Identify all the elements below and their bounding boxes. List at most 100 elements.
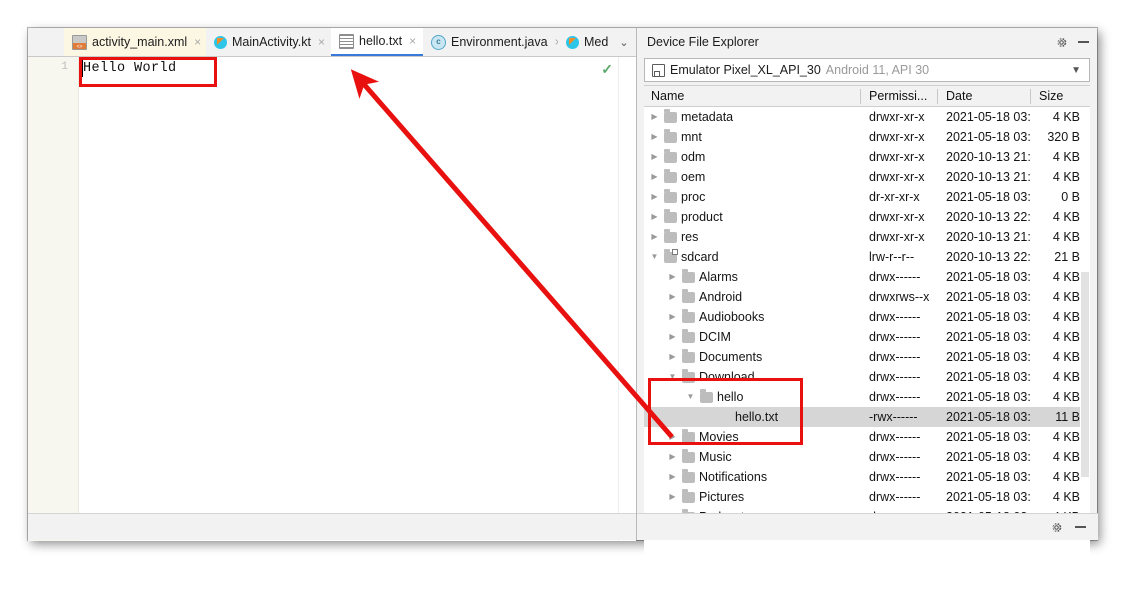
- editor-tab-mainactivity-kt[interactable]: MainActivity.kt ×: [206, 28, 331, 56]
- editor-pane: activity_main.xml×MainActivity.kt×hello.…: [28, 28, 636, 541]
- gear-icon[interactable]: [1055, 36, 1068, 49]
- file-tree-row[interactable]: ▶ res drwxr-xr-x 2020-10-13 21:5 4 KB: [644, 227, 1090, 247]
- editor-tab-activity-main-xml[interactable]: activity_main.xml ×: [64, 28, 206, 56]
- column-divider[interactable]: [1030, 89, 1031, 104]
- file-size: 4 KB: [1052, 290, 1080, 304]
- file-name: res: [681, 230, 699, 244]
- chevron-right-icon[interactable]: ▶: [668, 267, 677, 287]
- file-size: 21 B: [1054, 250, 1080, 264]
- file-name: sdcard: [681, 250, 719, 264]
- chevron-right-icon[interactable]: ▶: [668, 427, 677, 447]
- file-tree-row[interactable]: ▼ Download drwx------ 2021-05-18 03:3 4 KB: [644, 367, 1090, 387]
- chevron-down-icon[interactable]: ▼: [686, 387, 695, 407]
- column-header-permissi[interactable]: Permissi...: [862, 86, 927, 107]
- chevron-right-icon[interactable]: ▶: [668, 347, 677, 367]
- file-tree-row[interactable]: ▼ hello drwx------ 2021-05-18 03:5 4 KB: [644, 387, 1090, 407]
- file-tree-row[interactable]: ▶ Audiobooks drwx------ 2021-05-18 03:3 4 KB: [644, 307, 1090, 327]
- minimize-icon[interactable]: [1075, 526, 1086, 528]
- file-date: 2021-05-18 03:5: [946, 390, 1031, 404]
- editor-vertical-scrollbar[interactable]: [618, 57, 636, 541]
- file-name: Download: [699, 370, 755, 384]
- chevron-down-icon[interactable]: ▼: [668, 367, 677, 387]
- file-date: 2020-10-13 22:3: [946, 210, 1031, 224]
- chevron-down-icon[interactable]: ⌄: [619, 36, 628, 49]
- chevron-right-icon[interactable]: ▶: [650, 147, 659, 167]
- file-tree-rows: ▶ metadata drwxr-xr-x 2021-05-18 03:3 4 KB ▶ m…: [644, 107, 1090, 527]
- folder-icon: [682, 269, 695, 283]
- device-selector-dropdown[interactable]: Emulator Pixel_XL_API_30 Android 11, API…: [644, 58, 1090, 82]
- device-file-explorer-panel: Device File Explorer Emulator Pixel_XL_A…: [636, 28, 1098, 559]
- folder-icon: [682, 289, 695, 303]
- code-area[interactable]: Hello World ✓: [79, 57, 618, 541]
- close-icon[interactable]: ×: [194, 36, 201, 48]
- file-name: product: [681, 210, 723, 224]
- file-tree-row[interactable]: hello.txt -rwx------ 2021-05-18 03:5 11 B: [644, 407, 1090, 427]
- chevron-right-icon[interactable]: ▶: [668, 327, 677, 347]
- file-tree-row[interactable]: ▶ Documents drwx------ 2021-05-18 03:3 4 KB: [644, 347, 1090, 367]
- file-date: 2021-05-18 03:3: [946, 370, 1031, 384]
- editor-body[interactable]: 1 Hello World ✓: [28, 57, 636, 541]
- chevron-right-icon[interactable]: ▶: [650, 107, 659, 127]
- file-tree-row[interactable]: ▶ Android drwxrws--x 2021-05-18 03:3 4 KB: [644, 287, 1090, 307]
- column-divider[interactable]: [860, 89, 861, 104]
- chevron-down-icon[interactable]: ▼: [650, 247, 659, 267]
- file-size: 4 KB: [1052, 330, 1080, 344]
- green-checkmark-icon: ✓: [601, 61, 613, 77]
- file-size: 11 B: [1055, 410, 1080, 424]
- chevron-right-icon[interactable]: ▶: [668, 467, 677, 487]
- file-size: 4 KB: [1052, 350, 1080, 364]
- minimize-icon[interactable]: [1078, 41, 1089, 43]
- close-icon[interactable]: ×: [409, 35, 416, 47]
- file-tree-row[interactable]: ▶ oem drwxr-xr-x 2020-10-13 21:5 4 KB: [644, 167, 1090, 187]
- file-tree[interactable]: ▶ metadata drwxr-xr-x 2021-05-18 03:3 4 KB ▶ m…: [644, 107, 1090, 559]
- chevron-right-icon[interactable]: ▶: [650, 167, 659, 187]
- chevron-right-icon[interactable]: ▶: [668, 287, 677, 307]
- chevron-right-icon[interactable]: ▶: [650, 207, 659, 227]
- folder-icon: [682, 329, 695, 343]
- file-date: 2020-10-13 21:5: [946, 170, 1031, 184]
- text-file-icon: [339, 33, 354, 49]
- editor-tab-med[interactable]: Med ⌄: [558, 28, 629, 56]
- chevron-right-icon[interactable]: ▶: [650, 127, 659, 147]
- text-file-icon: [718, 412, 731, 423]
- file-tree-row[interactable]: ▶ Music drwx------ 2021-05-18 03:3 4 KB: [644, 447, 1090, 467]
- file-tree-row[interactable]: ▶ proc dr-xr-xr-x 2021-05-18 03:3 0 B: [644, 187, 1090, 207]
- column-divider[interactable]: [937, 89, 938, 104]
- file-name: Documents: [699, 350, 763, 364]
- file-date: 2021-05-18 03:3: [946, 110, 1031, 124]
- file-tree-row[interactable]: ▶ metadata drwxr-xr-x 2021-05-18 03:3 4 KB: [644, 107, 1090, 127]
- column-header-name[interactable]: Name: [644, 86, 684, 107]
- chevron-right-icon[interactable]: ▶: [668, 487, 677, 507]
- column-header-size[interactable]: Size: [1032, 86, 1063, 107]
- scrollbar-thumb[interactable]: [1081, 272, 1089, 477]
- file-tree-row[interactable]: ▶ Pictures drwx------ 2021-05-18 03:3 4 KB: [644, 487, 1090, 507]
- file-tree-row[interactable]: ▶ Alarms drwx------ 2021-05-18 03:3 4 KB: [644, 267, 1090, 287]
- file-tree-vertical-scrollbar[interactable]: [1080, 107, 1090, 559]
- file-tree-row[interactable]: ▶ odm drwxr-xr-x 2020-10-13 21:5 4 KB: [644, 147, 1090, 167]
- file-name: Pictures: [699, 490, 745, 504]
- file-tree-row[interactable]: ▶ product drwxr-xr-x 2020-10-13 22:3 4 KB: [644, 207, 1090, 227]
- chevron-right-icon[interactable]: ▶: [668, 307, 677, 327]
- file-name: Notifications: [699, 470, 768, 484]
- file-tree-row[interactable]: ▶ mnt drwxr-xr-x 2021-05-18 03:3 320 B: [644, 127, 1090, 147]
- file-tree-row[interactable]: ▶ Movies drwx------ 2021-05-18 03:3 4 KB: [644, 427, 1090, 447]
- file-name: proc: [681, 190, 706, 204]
- file-tree-row[interactable]: ▶ DCIM drwx------ 2021-05-18 03:3 4 KB: [644, 327, 1090, 347]
- editor-tab-hello-txt[interactable]: hello.txt ×: [331, 28, 423, 56]
- gear-icon[interactable]: [1050, 521, 1063, 534]
- folder-icon: [700, 389, 713, 403]
- file-tree-row[interactable]: ▼ sdcard lrw-r--r-- 2020-10-13 22:3 21 B: [644, 247, 1090, 267]
- code-text: Hello World: [83, 61, 177, 76]
- column-header-date[interactable]: Date: [939, 86, 972, 107]
- chevron-down-icon[interactable]: ▼: [1071, 65, 1081, 76]
- file-name: Audiobooks: [699, 310, 765, 324]
- chevron-right-icon[interactable]: ▶: [650, 227, 659, 247]
- file-date: 2021-05-18 03:3: [946, 310, 1031, 324]
- editor-tab-environment-java[interactable]: cEnvironment.java×: [423, 28, 562, 56]
- file-tree-row[interactable]: ▶ Notifications drwx------ 2021-05-18 03:3 4…: [644, 467, 1090, 487]
- bottom-status-bar: [637, 513, 1098, 540]
- close-icon[interactable]: ×: [318, 36, 325, 48]
- chevron-right-icon[interactable]: ▶: [668, 447, 677, 467]
- folder-icon: [682, 429, 695, 443]
- chevron-right-icon[interactable]: ▶: [650, 187, 659, 207]
